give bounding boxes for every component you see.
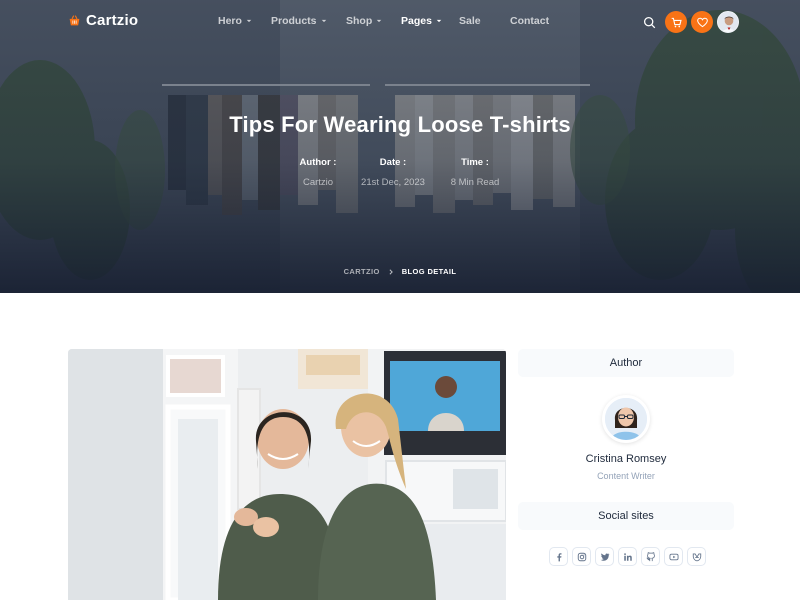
brand-logo[interactable]: Cartzio xyxy=(68,12,138,29)
twitter-icon xyxy=(600,552,609,561)
nav-label: Shop xyxy=(346,15,373,27)
github-link[interactable] xyxy=(641,547,660,566)
user-avatar-image xyxy=(718,12,738,32)
meta-label: Time : xyxy=(461,157,489,168)
meta-value: 21st Dec, 2023 xyxy=(361,177,425,188)
youtube-icon xyxy=(669,553,678,560)
nav-item-contact[interactable]: Contact xyxy=(510,15,549,27)
brand-name: Cartzio xyxy=(86,12,139,29)
meta-value: Cartzio xyxy=(302,177,334,188)
search-button[interactable] xyxy=(640,13,658,31)
chevron-right-icon xyxy=(389,268,393,275)
nav-item-shop[interactable]: Shop xyxy=(346,15,382,27)
heart-icon xyxy=(696,17,708,27)
cart-button[interactable] xyxy=(665,11,687,33)
youtube-link[interactable] xyxy=(664,547,683,566)
user-avatar[interactable] xyxy=(717,11,739,33)
nav-label: Contact xyxy=(510,15,550,27)
nav-item-hero[interactable]: Hero xyxy=(218,15,252,27)
linkedin-link[interactable] xyxy=(618,547,637,566)
nav-label: Products xyxy=(271,15,317,27)
facebook-icon xyxy=(556,552,561,561)
meta-author: Author : Cartzio xyxy=(278,157,358,188)
social-links xyxy=(549,547,706,566)
author-section-heading: Author xyxy=(518,349,734,377)
nav-label: Pages xyxy=(401,15,432,27)
meta-label: Date : xyxy=(379,157,407,168)
author-name[interactable]: Cristina Romsey xyxy=(518,453,734,465)
caret-down-icon xyxy=(321,19,326,23)
nav-item-products[interactable]: Products xyxy=(271,15,327,27)
author-role: Content Writer xyxy=(597,471,655,481)
twitter-link[interactable] xyxy=(595,547,614,566)
wishlist-button[interactable] xyxy=(691,11,713,33)
social-section-heading: Social sites xyxy=(518,502,734,530)
breadcrumb-current: BLOG DETAIL xyxy=(401,267,457,276)
nav-item-sale[interactable]: Sale xyxy=(459,15,481,27)
breadcrumb-home-link[interactable]: CARTZIO xyxy=(344,267,380,276)
nav-label: Hero xyxy=(218,15,242,27)
facebook-link[interactable] xyxy=(549,547,568,566)
meta-value: 8 Min Read xyxy=(450,177,500,188)
meta-date: Date : 21st Dec, 2023 xyxy=(353,157,433,188)
instagram-link[interactable] xyxy=(572,547,591,566)
nav-label: Sale xyxy=(459,15,481,27)
meta-label: Author : xyxy=(299,157,337,168)
nav-item-pages[interactable]: Pages xyxy=(401,15,442,27)
instagram-icon xyxy=(577,552,586,561)
author-photo xyxy=(605,398,647,440)
page-title: Tips For Wearing Loose T-shirts xyxy=(229,112,571,137)
meta-time: Time : 8 Min Read xyxy=(435,157,515,188)
nav-actions xyxy=(640,11,739,33)
search-icon xyxy=(643,16,655,28)
blog-post-image xyxy=(68,349,506,600)
github-icon xyxy=(646,551,655,561)
top-navbar: Cartzio Hero Products Shop Pages Sale Co… xyxy=(0,0,800,44)
breadcrumb: CARTZIO BLOG DETAIL xyxy=(0,267,800,276)
blog-photo xyxy=(68,349,506,600)
basket-logo-icon xyxy=(69,15,80,26)
dribbble-link[interactable] xyxy=(687,547,706,566)
linkedin-icon xyxy=(623,552,632,561)
caret-down-icon xyxy=(377,19,382,23)
caret-down-icon xyxy=(246,19,252,23)
author-avatar xyxy=(602,395,650,443)
dribbble-icon xyxy=(692,552,701,561)
hero-banner: Cartzio Hero Products Shop Pages Sale Co… xyxy=(0,0,800,293)
cart-icon xyxy=(671,17,682,27)
caret-down-icon xyxy=(436,19,442,23)
